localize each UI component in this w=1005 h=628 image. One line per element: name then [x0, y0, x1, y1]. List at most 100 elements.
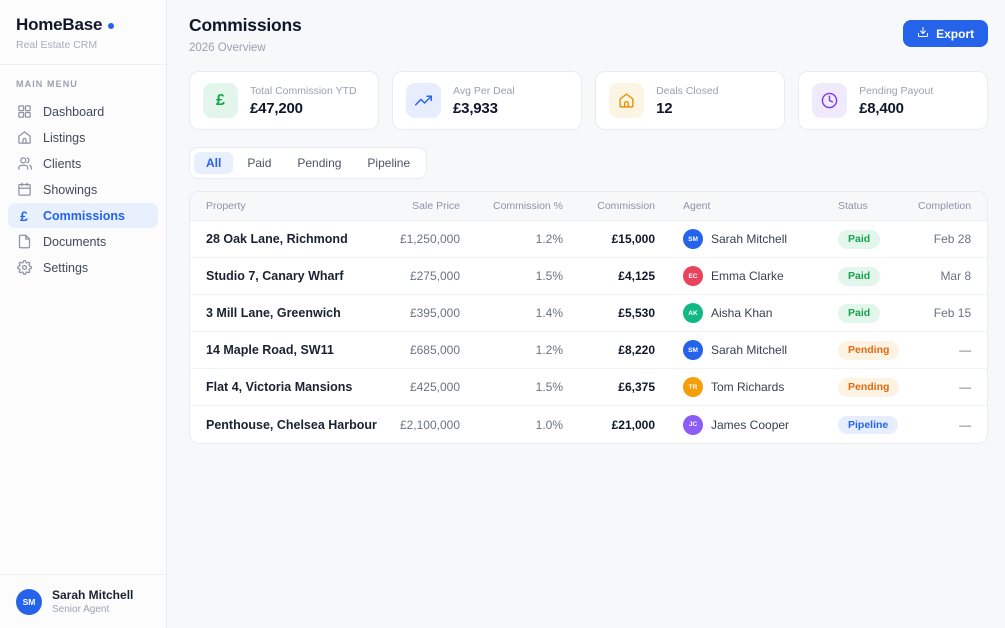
document-icon	[18, 234, 30, 249]
column-header-commission: Commission	[597, 200, 655, 212]
sidebar-item-listings[interactable]: Listings	[8, 125, 158, 150]
brand-name: HomeBase	[16, 15, 103, 34]
sidebar-item-clients[interactable]: Clients	[8, 151, 158, 176]
completion-cell: Feb 28	[933, 232, 972, 246]
completion-cell: Mar 8	[940, 269, 972, 283]
page-title: Commissions	[189, 15, 302, 35]
agent-avatar: AK	[683, 303, 703, 323]
tab-pending[interactable]: Pending	[285, 152, 353, 174]
calendar-icon	[17, 182, 31, 196]
sale-price-cell: £685,000	[409, 343, 460, 357]
agent-avatar: SM	[683, 340, 703, 360]
agent-avatar: JC	[683, 414, 703, 435]
user-profile[interactable]: SM Sarah Mitchell Senior Agent	[0, 574, 166, 628]
sidebar-item-label: Listings	[43, 130, 86, 145]
agent-avatar: TR	[683, 377, 703, 397]
download-icon	[918, 27, 929, 37]
table-row[interactable]: 3 Mill Lane, Greenwich £395,000 1.4% £5,530…	[190, 295, 988, 332]
stat-label: Deals Closed	[656, 84, 719, 97]
commission-pct-cell: 1.4%	[535, 306, 563, 320]
sidebar-item-documents[interactable]: Documents	[8, 229, 158, 254]
sidebar-item-label: Clients	[43, 156, 82, 171]
export-button[interactable]: Export	[903, 20, 989, 47]
commission-cell: £6,375	[618, 380, 655, 394]
agent-cell: TR Tom Richards	[655, 377, 838, 397]
stat-label: Pending Payout	[859, 84, 934, 97]
profile-role: Senior Agent	[52, 604, 110, 615]
column-header-commission-: Commission %	[492, 200, 563, 212]
sale-price-cell: £275,000	[409, 269, 460, 283]
sidebar: HomeBase Real Estate CRM MAIN MENU Dashb…	[0, 0, 167, 628]
stat-value: 12	[656, 99, 673, 117]
logo-block: HomeBase Real Estate CRM	[0, 0, 166, 65]
property-cell: 28 Oak Lane, Richmond	[206, 232, 348, 246]
sale-price-cell: £395,000	[409, 306, 460, 320]
commission-cell: £8,220	[618, 343, 655, 357]
sidebar-item-dashboard[interactable]: Dashboard	[8, 99, 158, 124]
stat-card-avg-per-deal: Avg Per Deal £3,933	[392, 71, 583, 130]
commission-cell: £15,000	[611, 232, 655, 246]
download-icon	[917, 26, 929, 41]
status-badge: Paid	[838, 267, 881, 286]
agent-name: Tom Richards	[711, 380, 785, 394]
agent-cell: JC James Cooper	[655, 414, 838, 435]
profile-avatar: SM	[16, 588, 42, 615]
commission-pct-cell: 1.5%	[535, 380, 563, 394]
table-row[interactable]: 14 Maple Road, SW11 £685,000 1.2% £8,220 SM S…	[190, 332, 988, 369]
property-cell: Penthouse, Chelsea Harbour	[206, 417, 377, 432]
agent-name: Emma Clarke	[711, 269, 784, 283]
status-badge: Pending	[838, 378, 900, 397]
pound-icon: £	[20, 207, 28, 224]
agent-avatar: SM	[683, 229, 703, 249]
property-cell: Studio 7, Canary Wharf	[206, 269, 344, 283]
property-cell: 14 Maple Road, SW11	[206, 343, 334, 357]
sidebar-item-settings[interactable]: Settings	[8, 255, 158, 280]
stat-card-total-commission-ytd: £ Total Commission YTD £47,200	[189, 71, 380, 130]
nav-section-label: MAIN MENU	[16, 79, 78, 89]
gear-icon	[16, 260, 32, 275]
stat-card-pending-payout: Pending Payout £8,400	[798, 71, 989, 130]
tab-pipeline[interactable]: Pipeline	[355, 152, 422, 174]
tab-paid[interactable]: Paid	[235, 152, 283, 174]
main-content: Commissions 2026 Overview Export £ Total …	[167, 0, 1005, 628]
table-row[interactable]: Flat 4, Victoria Mansions £425,000 1.5% £6,…	[190, 369, 988, 406]
commission-pct-cell: 1.0%	[535, 417, 563, 432]
stat-value: £3,933	[453, 99, 498, 117]
status-badge: Pending	[838, 341, 900, 360]
sale-price-cell: £1,250,000	[399, 232, 460, 246]
stat-label: Total Commission YTD	[250, 84, 357, 97]
pound-icon: £	[216, 91, 225, 109]
agent-avatar: EC	[683, 266, 703, 286]
sale-price-cell: £425,000	[409, 380, 460, 394]
home-icon	[619, 93, 634, 108]
home-icon	[17, 131, 31, 144]
commission-cell: £5,530	[618, 306, 655, 320]
column-header-completion: Completion	[918, 200, 972, 212]
stat-label: Avg Per Deal	[453, 84, 515, 97]
sidebar-item-label: Dashboard	[43, 104, 105, 119]
status-badge: Paid	[838, 304, 881, 323]
commission-pct-cell: 1.2%	[535, 343, 563, 357]
sidebar-item-showings[interactable]: Showings	[8, 177, 158, 202]
commission-cell: £21,000	[611, 417, 655, 432]
tab-all[interactable]: All	[194, 152, 234, 174]
table-row[interactable]: Penthouse, Chelsea Harbour £2,100,000 1.0%…	[190, 406, 987, 443]
agent-cell: SM Sarah Mitchell	[655, 229, 838, 249]
export-button-label: Export	[936, 26, 975, 41]
table-row[interactable]: 28 Oak Lane, Richmond £1,250,000 1.2% £15,0…	[190, 221, 988, 258]
agent-cell: AK Aisha Khan	[655, 303, 838, 323]
profile-name: Sarah Mitchell	[52, 588, 134, 602]
commissions-table: Property Sale Price Commission % Commission…	[189, 191, 989, 444]
stat-value: £47,200	[250, 99, 303, 117]
column-header-property: Property	[206, 200, 246, 212]
commission-cell: £4,125	[618, 269, 655, 283]
completion-cell: Feb 15	[933, 306, 972, 320]
trending-up-icon	[415, 95, 433, 106]
page-subtitle: 2026 Overview	[189, 42, 266, 54]
table-row[interactable]: Studio 7, Canary Wharf £275,000 1.5% £4,125…	[190, 258, 988, 295]
sidebar-item-commissions[interactable]: £ Commissions	[8, 203, 158, 228]
column-header-agent: Agent	[683, 200, 711, 212]
agent-cell: SM Sarah Mitchell	[655, 340, 838, 360]
stat-card-deals-closed: Deals Closed 12	[595, 71, 786, 130]
dashboard-icon	[17, 105, 31, 118]
